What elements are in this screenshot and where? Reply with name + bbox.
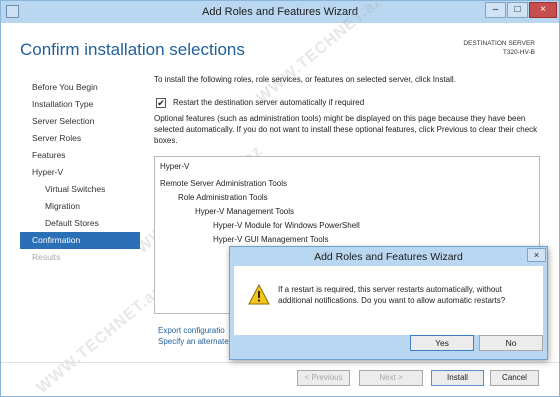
optional-features-note: Optional features (such as administratio… xyxy=(154,114,538,145)
dialog-title: Add Roles and Features Wizard xyxy=(314,251,463,263)
export-configuration-link[interactable]: Export configuratio xyxy=(158,326,231,335)
sidebar-item-results: Results xyxy=(32,252,61,262)
sidebar-item-hyper-v[interactable]: Hyper-V xyxy=(20,164,140,181)
warning-icon xyxy=(248,284,270,305)
sidebar-item-installation-type[interactable]: Installation Type xyxy=(20,96,140,113)
list-item: Hyper-V GUI Management Tools xyxy=(213,235,329,244)
close-button[interactable]: × xyxy=(529,2,557,18)
list-item: Role Administration Tools xyxy=(178,193,268,202)
sidebar-item-server-roles[interactable]: Server Roles xyxy=(20,130,140,147)
list-item: Hyper-V Management Tools xyxy=(195,207,295,216)
watermark: WWW.TECHNET.az xyxy=(33,282,166,397)
destination-server: DESTINATION SERVER T320-HV-B xyxy=(463,39,535,57)
content-pane: To install the following roles, role ser… xyxy=(154,75,539,145)
sidebar-item-virtual-switches[interactable]: Virtual Switches xyxy=(20,181,140,198)
next-button[interactable]: Next > xyxy=(359,370,423,386)
dialog-body: If a restart is required, this server re… xyxy=(234,266,543,335)
restart-checkbox[interactable]: ✔ xyxy=(156,98,166,108)
specify-alternate-source-link[interactable]: Specify an alternate xyxy=(158,337,231,346)
dialog-close-button[interactable]: × xyxy=(527,248,546,262)
install-button[interactable]: Install xyxy=(431,370,484,386)
dialog-message: If a restart is required, this server re… xyxy=(278,285,506,305)
list-item: Hyper-V Module for Windows PowerShell xyxy=(213,221,360,230)
title-bar[interactable]: Add Roles and Features Wizard – □ × xyxy=(1,1,559,23)
minimize-button[interactable]: – xyxy=(485,2,506,18)
window-title: Add Roles and Features Wizard xyxy=(202,6,358,18)
restart-checkbox-label[interactable]: Restart the destination server automatic… xyxy=(173,98,364,107)
sidebar-item-migration[interactable]: Migration xyxy=(20,198,140,215)
previous-button[interactable]: < Previous xyxy=(297,370,350,386)
yes-button[interactable]: Yes xyxy=(410,335,474,351)
maximize-button[interactable]: □ xyxy=(507,2,528,18)
sidebar-item-default-stores[interactable]: Default Stores xyxy=(20,215,140,232)
sidebar-item-server-selection[interactable]: Server Selection xyxy=(20,113,140,130)
sidebar-item-features[interactable]: Features xyxy=(20,147,140,164)
sidebar-item-before-you-begin[interactable]: Before You Begin xyxy=(20,79,140,96)
cancel-button[interactable]: Cancel xyxy=(490,370,539,386)
intro-text: To install the following roles, role ser… xyxy=(154,75,456,84)
wizard-steps: Before You Begin Installation Type Serve… xyxy=(20,79,140,266)
list-item: Hyper-V xyxy=(160,162,190,171)
footer-divider xyxy=(1,362,559,363)
no-button[interactable]: No xyxy=(479,335,543,351)
sidebar-item-confirmation[interactable]: Confirmation xyxy=(20,232,140,249)
destination-server-name: T320-HV-B xyxy=(502,49,535,56)
page-title: Confirm installation selections xyxy=(20,40,245,59)
restart-confirmation-dialog: Add Roles and Features Wizard × If a res… xyxy=(229,246,548,360)
destination-label: DESTINATION SERVER xyxy=(463,40,535,47)
list-item: Remote Server Administration Tools xyxy=(160,179,288,188)
